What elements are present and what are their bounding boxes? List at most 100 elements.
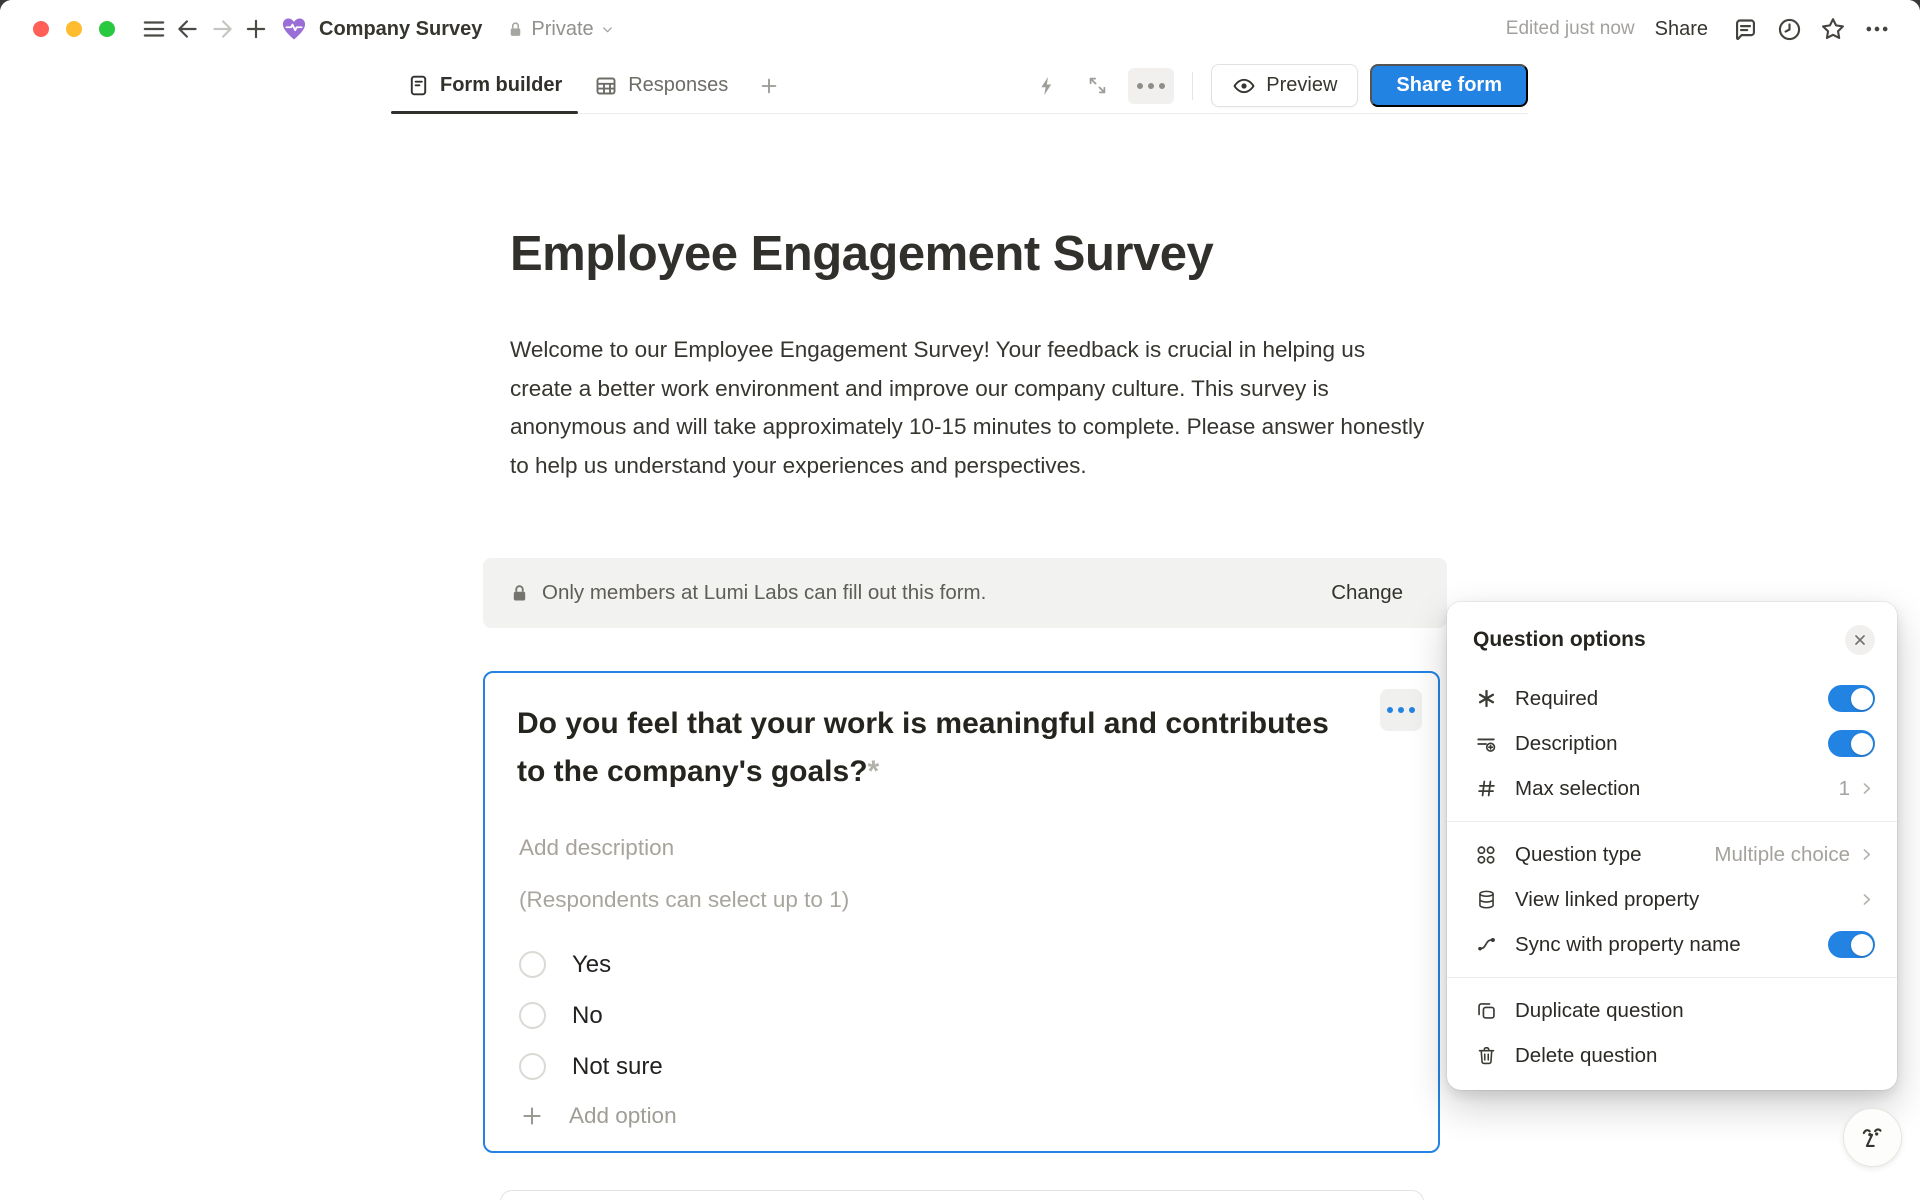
option-row[interactable]: Yes	[519, 939, 663, 990]
responses-table-icon	[594, 74, 618, 98]
toolbar-divider	[1192, 72, 1193, 100]
zoom-window-button[interactable]	[99, 21, 115, 37]
question-type-value: Multiple choice	[1714, 843, 1850, 867]
question-title[interactable]: Do you feel that your work is meaningful…	[517, 700, 1337, 796]
option-row[interactable]: No	[519, 990, 663, 1041]
expand-icon[interactable]	[1078, 68, 1116, 104]
new-tab-icon[interactable]	[239, 12, 273, 46]
close-window-button[interactable]	[33, 21, 49, 37]
sync-property-toggle[interactable]	[1828, 931, 1875, 958]
tab-label: Form builder	[440, 74, 562, 97]
preview-button[interactable]: Preview	[1211, 64, 1358, 107]
menu-item-required[interactable]: Required	[1447, 676, 1897, 721]
description-toggle[interactable]	[1828, 730, 1875, 757]
menu-item-label: View linked property	[1515, 888, 1699, 912]
view-more-options-icon[interactable]	[1128, 68, 1174, 104]
max-selection-value: 1	[1839, 777, 1850, 801]
radio-circle[interactable]	[519, 1002, 546, 1029]
duplicate-icon	[1473, 1000, 1499, 1021]
asterisk-icon	[1473, 688, 1499, 709]
automations-bolt-icon[interactable]	[1028, 68, 1066, 104]
radio-circle[interactable]	[519, 1053, 546, 1080]
chevron-right-icon	[1858, 846, 1875, 863]
menu-item-label: Required	[1515, 687, 1598, 711]
form-description[interactable]: Welcome to our Employee Engagement Surve…	[510, 331, 1432, 485]
titlebar: Company Survey Private Edited just now S…	[0, 0, 1920, 58]
description-lines-icon	[1473, 733, 1499, 755]
menu-item-delete-question[interactable]: Delete question	[1447, 1033, 1897, 1078]
privacy-label: Private	[531, 18, 593, 41]
question-title-text: Do you feel that your work is meaningful…	[517, 707, 1329, 788]
share-form-button-label: Share form	[1396, 74, 1502, 97]
more-options-icon[interactable]	[1860, 12, 1894, 46]
menu-title: Question options	[1473, 628, 1646, 652]
access-restriction-banner: Only members at Lumi Labs can fill out t…	[483, 558, 1447, 628]
required-asterisk: *	[868, 755, 880, 788]
change-access-button[interactable]: Change	[1331, 581, 1403, 605]
menu-item-label: Description	[1515, 732, 1618, 756]
share-form-button[interactable]: Share form	[1370, 64, 1528, 107]
option-label: Not sure	[572, 1053, 663, 1081]
chevron-right-icon	[1858, 891, 1875, 908]
question-card[interactable]: Do you feel that your work is meaningful…	[483, 671, 1440, 1153]
menu-item-description[interactable]: Description	[1447, 721, 1897, 766]
tab-label: Responses	[628, 74, 728, 97]
tab-responses[interactable]: Responses	[578, 58, 744, 113]
menu-item-question-type[interactable]: Question type Multiple choice	[1447, 832, 1897, 877]
comments-icon[interactable]	[1728, 12, 1762, 46]
sidebar-menu-icon[interactable]	[137, 12, 171, 46]
form-title[interactable]: Employee Engagement Survey	[510, 226, 1425, 282]
document-title[interactable]: Company Survey	[319, 18, 482, 41]
forward-icon[interactable]	[205, 12, 239, 46]
notion-ai-face-button[interactable]	[1843, 1108, 1902, 1167]
menu-divider	[1447, 821, 1897, 822]
chevron-down-icon	[600, 22, 615, 37]
add-view-icon[interactable]	[750, 68, 788, 104]
tab-form-builder[interactable]: Form builder	[391, 58, 578, 113]
question-description-placeholder[interactable]: Add description	[519, 835, 674, 861]
trash-icon	[1473, 1045, 1499, 1066]
option-row[interactable]: Not sure	[519, 1041, 663, 1092]
question-selection-note: (Respondents can select up to 1)	[519, 887, 849, 913]
add-option-label: Add option	[569, 1103, 677, 1129]
sync-curve-icon	[1473, 934, 1499, 956]
access-banner-message: Only members at Lumi Labs can fill out t…	[542, 581, 986, 605]
share-button[interactable]: Share	[1655, 18, 1708, 41]
menu-item-label: Duplicate question	[1515, 999, 1684, 1023]
chevron-right-icon	[1858, 780, 1875, 797]
favorite-star-icon[interactable]	[1816, 12, 1850, 46]
next-question-card-edge[interactable]	[500, 1190, 1424, 1200]
eye-icon	[1232, 74, 1256, 98]
preview-button-label: Preview	[1266, 74, 1337, 97]
database-icon	[1473, 889, 1499, 910]
required-toggle[interactable]	[1828, 685, 1875, 712]
question-more-options-icon[interactable]	[1380, 689, 1422, 731]
radio-circle[interactable]	[519, 951, 546, 978]
history-clock-icon[interactable]	[1772, 12, 1806, 46]
form-document-icon	[407, 74, 430, 97]
shapes-grid-icon	[1473, 844, 1499, 866]
app-window: Company Survey Private Edited just now S…	[0, 0, 1920, 1200]
add-option-button[interactable]: Add option	[519, 1096, 677, 1136]
menu-item-view-linked-property[interactable]: View linked property	[1447, 877, 1897, 922]
menu-item-sync-property-name[interactable]: Sync with property name	[1447, 922, 1897, 967]
menu-item-label: Max selection	[1515, 777, 1640, 801]
back-icon[interactable]	[171, 12, 205, 46]
view-tabbar: Form builder Responses Preview Share for…	[391, 58, 1528, 114]
menu-item-label: Sync with property name	[1515, 933, 1741, 957]
lock-icon	[509, 583, 530, 604]
menu-item-label: Delete question	[1515, 1044, 1657, 1068]
option-label: No	[572, 1002, 603, 1030]
privacy-dropdown[interactable]: Private	[506, 18, 614, 41]
hash-icon	[1473, 778, 1499, 799]
close-icon[interactable]	[1845, 625, 1875, 655]
menu-item-duplicate-question[interactable]: Duplicate question	[1447, 988, 1897, 1033]
question-options-menu: Question options Required Description	[1447, 602, 1897, 1090]
option-label: Yes	[572, 951, 611, 979]
question-options-list: Yes No Not sure	[519, 939, 663, 1092]
ai-face-icon	[1856, 1121, 1890, 1155]
plus-icon	[519, 1103, 545, 1129]
minimize-window-button[interactable]	[66, 21, 82, 37]
menu-item-max-selection[interactable]: Max selection 1	[1447, 766, 1897, 811]
page-emoji-heart-pulse-icon	[277, 12, 311, 46]
